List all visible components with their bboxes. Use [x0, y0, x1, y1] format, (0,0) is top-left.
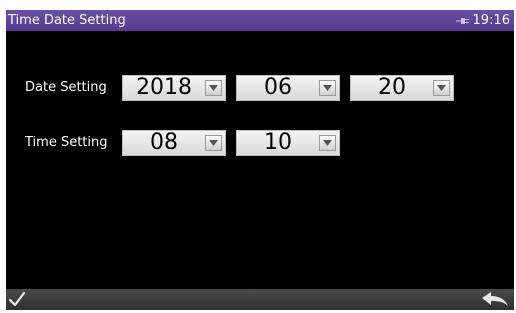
chevron-down-icon: [437, 85, 446, 91]
year-value: 2018: [136, 75, 192, 100]
chevron-down-icon: [209, 85, 218, 91]
chevron-down-icon: [323, 140, 332, 146]
status-area: 19:16: [455, 12, 510, 29]
minute-select[interactable]: 10: [236, 130, 340, 156]
year-dropdown-button[interactable]: [205, 80, 222, 96]
hour-select[interactable]: 08: [122, 130, 226, 156]
status-clock: 19:16: [472, 13, 510, 28]
back-arrow-icon[interactable]: [480, 291, 510, 308]
minute-value: 10: [264, 130, 292, 155]
chevron-down-icon: [209, 140, 218, 146]
time-setting-row: Time Setting 08 10: [6, 130, 514, 156]
month-select[interactable]: 06: [236, 75, 340, 101]
device-frame: Time Date Setting 19:16 Date Setting 201…: [0, 0, 516, 313]
screen: Time Date Setting 19:16 Date Setting 201…: [6, 10, 514, 310]
day-value: 20: [378, 75, 406, 100]
bottom-bar: [6, 289, 514, 310]
title-bar: Time Date Setting 19:16: [6, 10, 514, 31]
time-setting-label: Time Setting: [25, 135, 108, 150]
day-dropdown-button[interactable]: [433, 80, 450, 96]
hour-dropdown-button[interactable]: [205, 135, 222, 151]
date-setting-label: Date Setting: [25, 80, 107, 95]
day-select[interactable]: 20: [350, 75, 454, 101]
chevron-down-icon: [323, 85, 332, 91]
month-dropdown-button[interactable]: [319, 80, 336, 96]
plug-icon: [455, 17, 469, 24]
date-setting-row: Date Setting 2018 06 20: [6, 75, 514, 101]
month-value: 06: [264, 75, 292, 100]
checkmark-icon[interactable]: [8, 290, 26, 308]
window-title: Time Date Setting: [8, 13, 126, 28]
year-select[interactable]: 2018: [122, 75, 226, 101]
minute-dropdown-button[interactable]: [319, 135, 336, 151]
hour-value: 08: [150, 130, 178, 155]
